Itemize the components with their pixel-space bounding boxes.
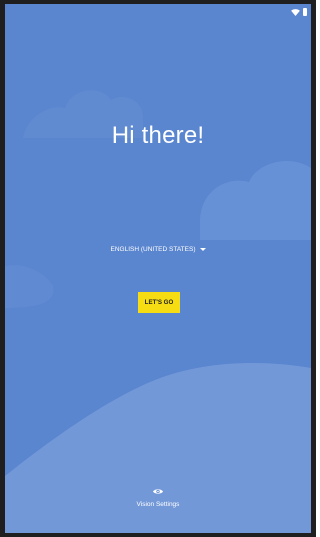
welcome-screen: Hi there! ENGLISH (UNITED STATES) LET'S … <box>5 4 311 533</box>
greeting-title: Hi there! <box>111 122 205 149</box>
language-selector[interactable]: ENGLISH (UNITED STATES) <box>5 246 311 253</box>
cloud-background <box>5 4 311 533</box>
chevron-down-icon <box>199 248 206 251</box>
language-label: ENGLISH (UNITED STATES) <box>110 246 196 253</box>
wifi-icon <box>291 8 300 16</box>
vision-settings-button[interactable]: Vision Settings <box>5 488 311 508</box>
battery-icon <box>303 8 307 16</box>
eye-icon <box>153 489 163 494</box>
vision-settings-label: Vision Settings <box>136 501 180 508</box>
lets-go-button[interactable]: LET'S GO <box>138 292 180 313</box>
device-frame: Hi there! ENGLISH (UNITED STATES) LET'S … <box>0 0 316 537</box>
status-bar <box>5 4 311 22</box>
status-icons <box>291 8 307 16</box>
